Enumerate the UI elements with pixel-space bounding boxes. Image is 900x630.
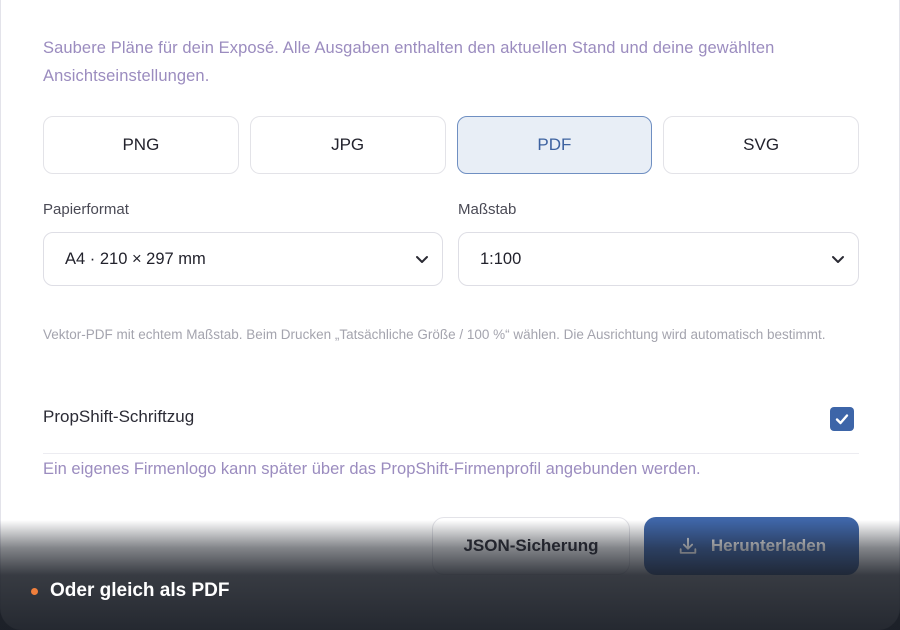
paper-format-value: A4 · 210 × 297 mm bbox=[65, 249, 206, 268]
format-selector: PNG JPG PDF SVG bbox=[43, 116, 859, 174]
pdf-hint-text: Vektor-PDF mit echtem Maßstab. Beim Druc… bbox=[43, 327, 826, 342]
logo-note-text: Ein eigenes Firmenlogo kann später über … bbox=[43, 460, 701, 478]
scale-select[interactable]: 1:100 bbox=[458, 232, 859, 286]
paper-format-select[interactable]: A4 · 210 × 297 mm bbox=[43, 232, 443, 286]
paper-format-label: Papierformat bbox=[43, 201, 129, 218]
branding-checkbox[interactable] bbox=[830, 407, 854, 431]
format-button-pdf[interactable]: PDF bbox=[456, 116, 653, 174]
caption-dot-icon bbox=[31, 587, 38, 595]
intro-text: Saubere Pläne für dein Exposé. Alle Ausg… bbox=[43, 39, 775, 85]
export-panel: Saubere Pläne für dein Exposé. Alle Ausg… bbox=[0, 0, 900, 630]
branding-label: PropShift-Schriftzug bbox=[43, 407, 195, 426]
divider bbox=[43, 453, 859, 454]
format-button-svg[interactable]: SVG bbox=[663, 116, 859, 174]
scale-label: Maßstab bbox=[458, 201, 517, 218]
caption: Oder gleich als PDF bbox=[31, 580, 230, 602]
json-backup-button[interactable]: JSON-Sicherung bbox=[432, 517, 630, 575]
scale-value: 1:100 bbox=[480, 249, 522, 268]
chevron-down-icon bbox=[832, 256, 844, 263]
format-button-png[interactable]: PNG bbox=[43, 116, 239, 174]
check-icon bbox=[835, 414, 849, 425]
download-button-label: Herunterladen bbox=[710, 536, 827, 555]
chevron-down-icon bbox=[416, 256, 428, 263]
caption-text: Oder gleich als PDF bbox=[50, 580, 230, 601]
format-button-jpg[interactable]: JPG bbox=[249, 116, 446, 174]
download-button[interactable]: Herunterladen bbox=[644, 517, 859, 575]
download-icon bbox=[679, 537, 697, 554]
